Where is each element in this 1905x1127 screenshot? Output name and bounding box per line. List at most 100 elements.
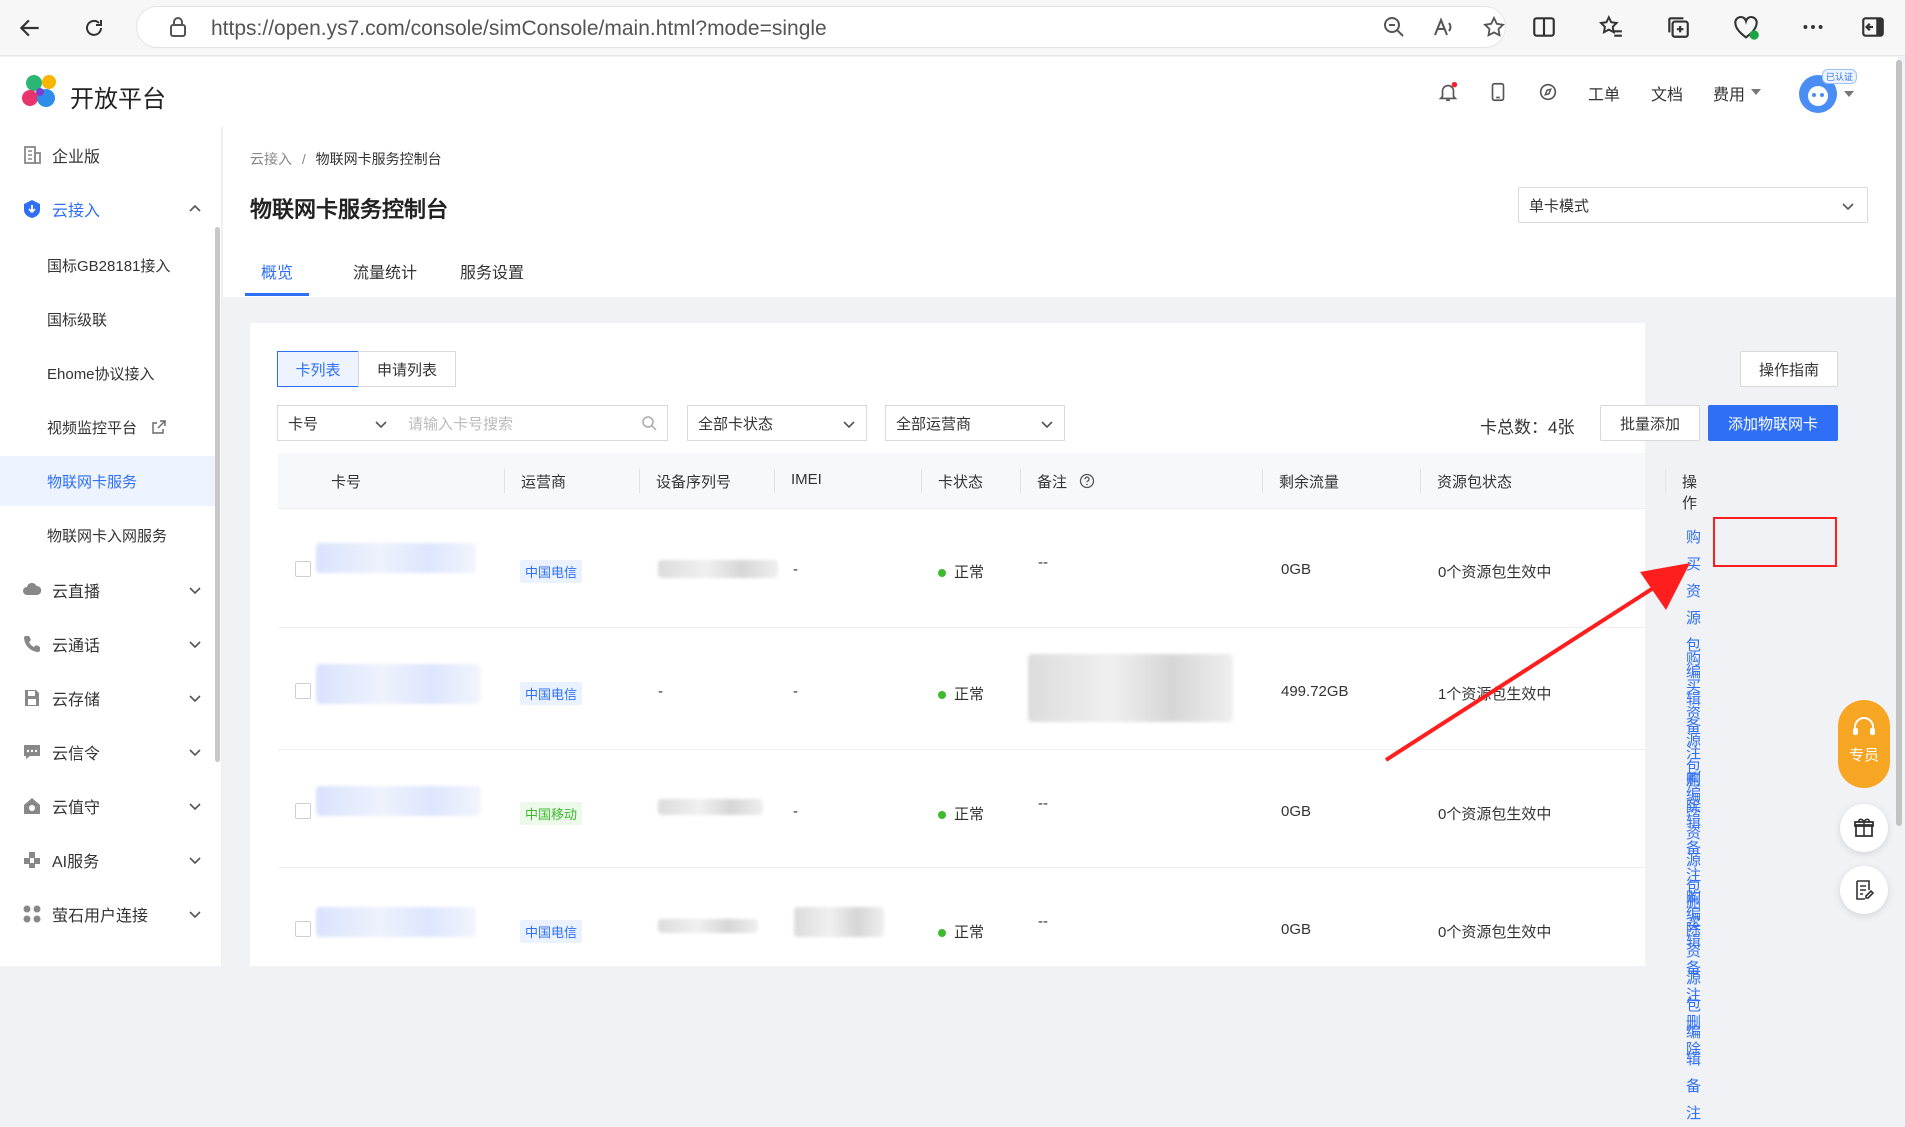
lock-icon[interactable] [167, 15, 193, 41]
more-icon[interactable] [1800, 14, 1828, 42]
sidebar-item-user-connect[interactable]: 萤石用户连接 [0, 889, 215, 939]
guide-button[interactable]: 操作指南 [1740, 351, 1838, 387]
chevron-down-icon[interactable] [188, 907, 202, 921]
logo-text[interactable]: 开放平台 [70, 79, 166, 114]
sidebar-item-gb-cascade[interactable]: 国标级联 [0, 294, 215, 344]
split-screen-icon[interactable] [1531, 14, 1559, 42]
row-checkbox[interactable] [295, 803, 311, 819]
fees-menu[interactable]: 费用 [1713, 81, 1745, 105]
chevron-down-icon[interactable] [188, 745, 202, 759]
row-checkbox[interactable] [295, 921, 311, 937]
sidebar-item-cloud-access[interactable]: 云接入 [0, 184, 215, 234]
buy-package-link[interactable]: 购买资源包 [1686, 524, 1701, 659]
sidebar-item-iot-card[interactable]: 物联网卡服务 [0, 456, 215, 506]
health-icon[interactable] [1732, 14, 1760, 42]
chevron-down-icon[interactable] [188, 691, 202, 705]
collections-icon[interactable] [1665, 14, 1693, 42]
refresh-icon[interactable] [78, 12, 110, 44]
imei-cell: - [793, 803, 798, 820]
headset-icon [1853, 717, 1875, 735]
batch-add-button[interactable]: 批量添加 [1600, 405, 1700, 441]
status-filter-select[interactable]: 全部卡状态 [687, 405, 867, 441]
column-divider [1665, 469, 1666, 493]
redacted-card-no [316, 907, 476, 937]
compass-icon[interactable] [1537, 81, 1559, 103]
sidebar-item-call[interactable]: 云通话 [0, 619, 215, 669]
search-input[interactable]: 请输入卡号搜索 [398, 405, 668, 441]
tab-settings[interactable]: 服务设置 [460, 259, 524, 283]
edit-note-link[interactable]: 编辑备注 [1686, 1019, 1701, 1127]
search-field-select[interactable]: 卡号 [277, 405, 399, 441]
mobile-icon[interactable] [1487, 81, 1509, 103]
feedback-button[interactable] [1840, 866, 1888, 914]
puzzle-icon [24, 852, 40, 868]
carrier-filter-select[interactable]: 全部运营商 [885, 405, 1065, 441]
sidebar-item-live[interactable]: 云直播 [0, 565, 215, 615]
status-dot [938, 691, 946, 700]
status-cell: 正常 [938, 561, 984, 582]
sidebar-item-gb28181[interactable]: 国标GB28181接入 [0, 240, 215, 290]
redacted-serial [658, 799, 763, 815]
chevron-down-icon[interactable] [188, 799, 202, 813]
sidebar-item-storage[interactable]: 云存储 [0, 673, 215, 723]
col-note: 备注 [1037, 474, 1068, 491]
buy-package-link[interactable]: 购买资源包 [1686, 766, 1701, 901]
sidebar-item-label: 物联网卡入网服务 [47, 527, 168, 545]
sidebar-item-signaling[interactable]: 云信令 [0, 727, 215, 777]
favorite-star-icon[interactable] [1482, 15, 1508, 41]
carrier-tag: 中国电信 [520, 560, 583, 583]
page-header: 云接入 / 物联网卡服务控制台 物联网卡服务控制台 单卡模式 概览 流量统计 服… [223, 127, 1898, 297]
status-dot [938, 811, 946, 820]
breadcrumb-root[interactable]: 云接入 [250, 151, 292, 167]
sidebar-item-video-platform[interactable]: 视频监控平台 [0, 402, 215, 452]
sidebar-item-guard[interactable]: 云值守 [0, 781, 215, 831]
fees-caret-icon[interactable] [1750, 87, 1762, 97]
logo-icon[interactable] [20, 72, 62, 114]
sidebar-item-enterprise[interactable]: 企业版 [0, 130, 215, 180]
sidebar-item-label: 物联网卡服务 [47, 473, 138, 491]
breadcrumb: 云接入 / 物联网卡服务控制台 [250, 149, 442, 169]
status-cell: 正常 [938, 683, 984, 704]
sidebar-toggle-icon[interactable] [1860, 14, 1888, 42]
chevron-up-icon[interactable] [188, 202, 202, 216]
docs-link[interactable]: 文档 [1651, 81, 1683, 105]
row-checkbox[interactable] [295, 683, 311, 699]
row-checkbox[interactable] [295, 561, 311, 577]
back-icon[interactable] [14, 12, 46, 44]
sidebar-scrollbar[interactable] [215, 227, 220, 762]
sidebar-item-iot-network[interactable]: 物联网卡入网服务 [0, 510, 215, 560]
url-text[interactable]: https://open.ys7.com/console/simConsole/… [211, 17, 827, 41]
sidebar-item-label: 企业版 [52, 149, 101, 166]
status-text: 正常 [954, 924, 985, 941]
help-icon[interactable] [1079, 473, 1095, 489]
sidebar-item-ehome[interactable]: Ehome协议接入 [0, 348, 215, 398]
ticket-link[interactable]: 工单 [1588, 81, 1620, 105]
phone-icon [24, 636, 40, 652]
tab-active-indicator [245, 293, 309, 296]
bell-icon[interactable] [1437, 81, 1459, 103]
page-scrollbar[interactable] [1896, 60, 1902, 826]
search-icon[interactable] [641, 415, 657, 431]
buy-package-link[interactable]: 购买资源包 [1686, 646, 1701, 781]
read-aloud-icon[interactable] [1432, 15, 1458, 41]
chevron-down-icon[interactable] [188, 853, 202, 867]
chevron-down-icon[interactable] [188, 583, 202, 597]
zoom-icon[interactable] [1382, 15, 1408, 41]
favorites-icon[interactable] [1598, 14, 1626, 42]
chevron-down-icon[interactable] [188, 637, 202, 651]
tab-traffic[interactable]: 流量统计 [353, 259, 417, 283]
mode-select[interactable]: 单卡模式 [1518, 187, 1868, 223]
address-bar[interactable]: https://open.ys7.com/console/simConsole/… [136, 6, 1506, 48]
gift-button[interactable] [1840, 804, 1888, 852]
tab-overview[interactable]: 概览 [261, 259, 293, 283]
carrier-tag: 中国电信 [520, 920, 583, 943]
sidebar-item-ai[interactable]: AI服务 [0, 835, 215, 885]
seg-apply-list[interactable]: 申请列表 [358, 351, 456, 387]
message-icon [24, 745, 40, 759]
status-cell: 正常 [938, 921, 984, 942]
add-card-button[interactable]: 添加物联网卡 [1708, 405, 1838, 441]
service-agent-button[interactable]: 专员 [1838, 700, 1890, 788]
seg-card-list[interactable]: 卡列表 [277, 351, 359, 387]
buy-package-link[interactable]: 购买资源包 [1686, 884, 1701, 1019]
account-caret-icon[interactable] [1843, 89, 1855, 99]
